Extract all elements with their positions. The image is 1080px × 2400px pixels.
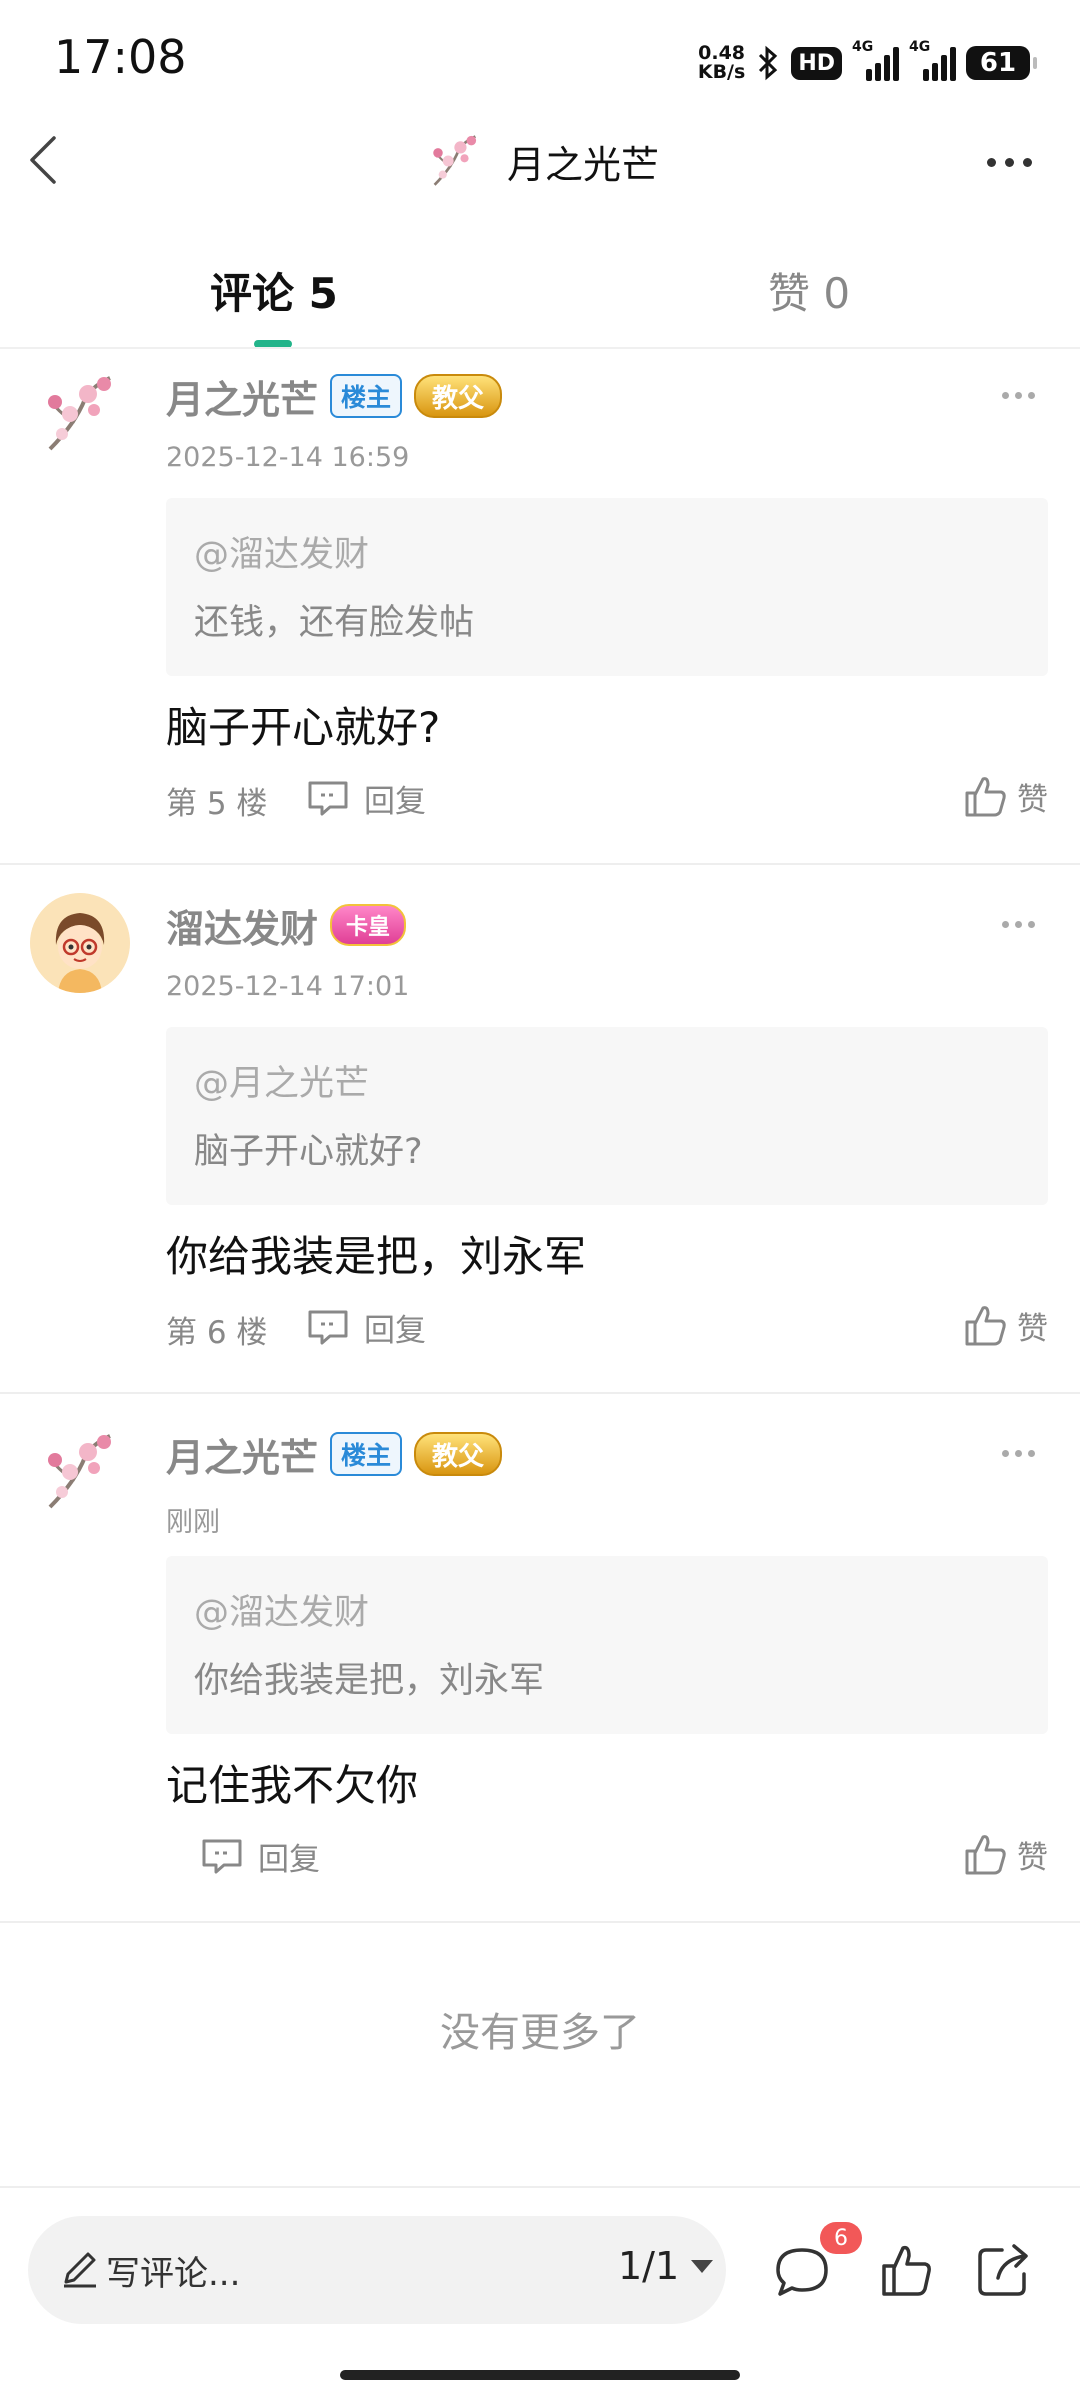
battery-icon: 61: [966, 46, 1037, 80]
reply-label: 回复: [364, 783, 426, 820]
reply-button[interactable]: 回复: [306, 770, 426, 826]
blossom-avatar-image: [48, 376, 111, 451]
comment-menu-button[interactable]: [996, 1442, 1040, 1464]
title-badge: 教父: [414, 1432, 503, 1476]
comment-author[interactable]: 月之光芒: [166, 369, 318, 424]
comment-menu-button[interactable]: [996, 384, 1040, 406]
comment-author-row: 月之光芒 楼主 教父: [166, 1426, 503, 1482]
pen-icon: [64, 2252, 96, 2288]
reply-label: 回复: [258, 1841, 320, 1878]
comment-author[interactable]: 溜达发财: [166, 898, 318, 953]
comment-author-row: 月之光芒 楼主 教父: [166, 368, 503, 424]
status-time: 17:08: [54, 30, 187, 84]
thumbs-up-icon: [882, 2245, 931, 2296]
quote-text: 还钱，还有脸发帖: [194, 603, 475, 643]
reply-icon: [308, 781, 348, 816]
home-indicator[interactable]: [340, 2370, 740, 2380]
tab-comments[interactable]: 评论 5: [210, 260, 338, 321]
composer-placeholder: 写评论...: [106, 2254, 241, 2294]
tab-divider: [0, 347, 1080, 349]
title-badge: 卡皇: [330, 904, 407, 946]
title-badge: 教父: [414, 374, 503, 418]
comment-time: 2025-12-14 17:01: [166, 971, 410, 1002]
comment-menu-button[interactable]: [996, 913, 1040, 935]
more-icon: [986, 157, 996, 167]
op-badge: 楼主: [330, 1432, 403, 1476]
thumbs-up-icon: [965, 1306, 1006, 1346]
avatar[interactable]: [30, 364, 130, 464]
comment-item: 月之光芒 楼主 教父 2025-12-14 16:59 @溜达发财 还钱，还有脸…: [0, 350, 1080, 865]
floor-number: 第 5 楼: [166, 786, 268, 822]
avatar[interactable]: [30, 893, 130, 993]
comment-author-row: 溜达发财 卡皇: [166, 897, 407, 953]
comment-item: 溜达发财 卡皇 2025-12-14 17:01 @月之光芒 脑子开心就好? 你…: [0, 879, 1080, 1394]
reply-icon: [308, 1310, 348, 1345]
blossom-avatar-image: [48, 1434, 111, 1509]
quote-text: 脑子开心就好?: [194, 1132, 423, 1172]
quoted-reply[interactable]: @月之光芒 脑子开心就好?: [166, 1027, 1048, 1205]
comment-text: 你给我装是把，刘永军: [166, 1232, 587, 1281]
bottom-divider: [0, 2186, 1080, 2188]
like-button[interactable]: 赞: [963, 1824, 1048, 1884]
reply-label: 回复: [364, 1312, 426, 1349]
net-speed-unit: KB/s: [697, 61, 746, 83]
thumbs-up-icon: [965, 777, 1006, 817]
floor-number: 第 6 楼: [166, 1315, 268, 1351]
header-title: 月之光芒: [506, 142, 659, 187]
quoted-reply[interactable]: @溜达发财 你给我装是把，刘永军: [166, 1556, 1048, 1734]
no-more-note: 没有更多了: [440, 2010, 640, 2056]
tab-likes[interactable]: 赞 0: [768, 260, 850, 321]
like-label: 赞: [1017, 781, 1048, 818]
share-button[interactable]: [968, 2236, 1038, 2306]
quote-mention: @月之光芒: [194, 1064, 370, 1104]
reply-button[interactable]: 回复: [200, 1828, 320, 1884]
comment-text: 记住我不欠你: [166, 1761, 419, 1810]
more-icon: [1001, 1449, 1009, 1457]
comment-composer[interactable]: 写评论... 1/1: [28, 2216, 726, 2324]
quote-text: 你给我装是把，刘永军: [194, 1661, 545, 1701]
comment-count-badge: 6: [820, 2222, 862, 2254]
comment-time: 刚刚: [166, 1507, 220, 1538]
sim1-label: 4G: [852, 39, 874, 55]
like-post-button[interactable]: [872, 2236, 942, 2306]
quote-mention: @溜达发财: [194, 535, 370, 575]
header-avatar[interactable]: [420, 127, 489, 195]
comments-button[interactable]: 6: [768, 2222, 862, 2306]
hd-badge: HD: [791, 46, 842, 80]
bluetooth-icon: [759, 45, 778, 81]
page-indicator: 1/1: [618, 2244, 680, 2288]
signal-sim2-icon: 4G: [909, 39, 956, 81]
reply-button[interactable]: 回复: [306, 1299, 426, 1355]
like-label: 赞: [1017, 1839, 1048, 1876]
thumbs-up-icon: [965, 1835, 1006, 1875]
comment-author[interactable]: 月之光芒: [166, 1427, 318, 1482]
cartoon-boy-avatar-image: [30, 893, 130, 993]
sim2-label: 4G: [909, 39, 931, 55]
quoted-reply[interactable]: @溜达发财 还钱，还有脸发帖: [166, 498, 1048, 676]
like-button[interactable]: 赞: [963, 1295, 1048, 1355]
comment-time: 2025-12-14 16:59: [166, 442, 410, 473]
signal-sim1-icon: 4G: [852, 39, 899, 81]
more-icon: [1001, 391, 1009, 399]
more-menu-button[interactable]: [978, 142, 1040, 182]
blossom-avatar-image: [433, 135, 477, 186]
caret-down-icon: [691, 2259, 714, 2273]
like-button[interactable]: 赞: [963, 766, 1048, 826]
more-icon: [1001, 920, 1009, 928]
comment-item: 月之光芒 楼主 教父 刚刚 @溜达发财 你给我装是把，刘永军 记住我不欠你 回复…: [0, 1408, 1080, 1923]
page-selector[interactable]: 1/1: [618, 2244, 714, 2288]
share-icon: [978, 2244, 1028, 2296]
quote-mention: @溜达发财: [194, 1593, 370, 1633]
like-label: 赞: [1017, 1310, 1048, 1347]
status-icons: 0.48 KB/s HD 4G 4G 61: [698, 39, 1037, 86]
avatar[interactable]: [30, 1422, 130, 1522]
reply-icon: [202, 1839, 242, 1874]
comment-text: 脑子开心就好?: [166, 703, 441, 752]
op-badge: 楼主: [330, 374, 403, 418]
net-speed: 0.48 KB/s: [698, 44, 745, 82]
header-user[interactable]: 月之光芒: [0, 118, 1080, 204]
